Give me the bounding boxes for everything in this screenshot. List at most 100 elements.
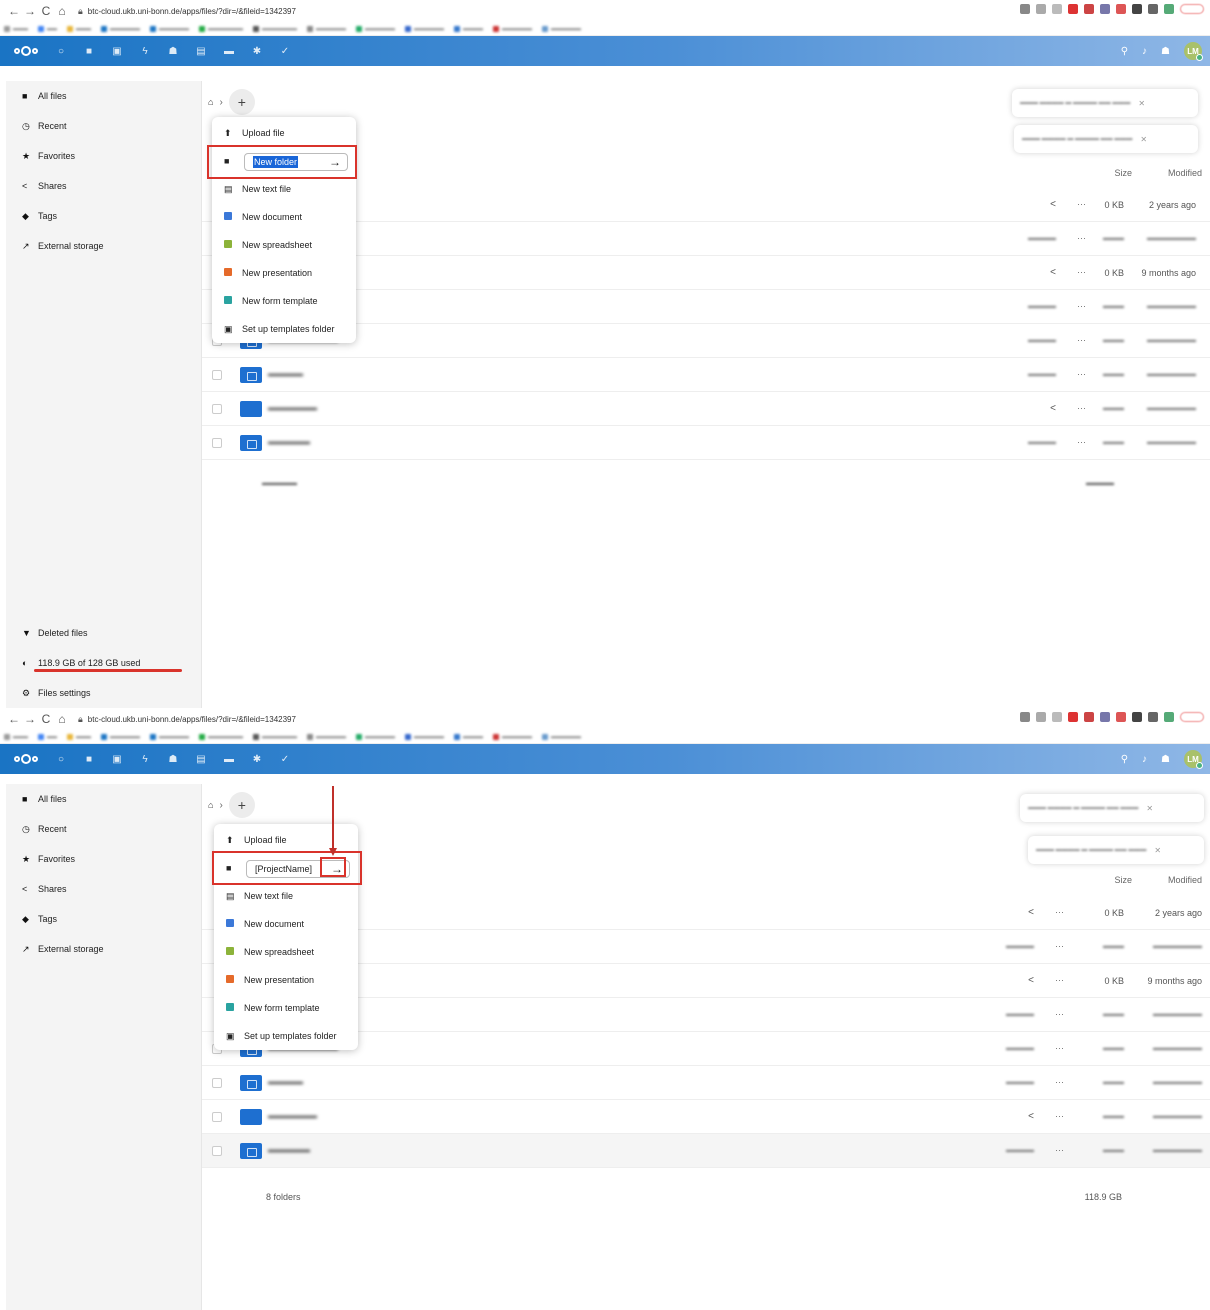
sidebar-item-favorites[interactable]: ★ Favorites <box>6 844 201 874</box>
menu-item-new-document[interactable]: New document <box>212 203 356 231</box>
row-checkbox[interactable] <box>212 1111 222 1122</box>
sidebar-item-deleted-files[interactable]: ▼ Deleted files <box>6 618 201 648</box>
update-button[interactable] <box>1179 4 1204 14</box>
shared-label[interactable]: ▬▬▬▬ <box>1028 235 1056 242</box>
contacts-menu-icon[interactable]: ☗ <box>1161 46 1170 57</box>
close-icon[interactable]: ✕ <box>1154 846 1161 855</box>
notifications-icon[interactable]: ♪ <box>1142 46 1147 57</box>
new-button[interactable]: + <box>228 89 255 115</box>
bookmark-item[interactable]: ▬▬▬▬▬▬▬ <box>253 733 297 740</box>
avatar[interactable]: LM <box>1184 750 1203 769</box>
bookmark-item[interactable]: ▬▬▬ <box>4 25 28 32</box>
close-icon[interactable]: ✕ <box>1138 99 1145 108</box>
share-icon[interactable]: < <box>1050 403 1056 414</box>
bookmark-item[interactable]: ▬▬▬▬▬▬ <box>493 733 532 740</box>
more-actions-icon[interactable]: ⋯ <box>1055 975 1064 986</box>
home-icon[interactable]: ⌂ <box>54 4 70 18</box>
folder-name[interactable]: ▬▬▬▬▬▬ <box>268 439 310 446</box>
sidebar-item-external-storage[interactable]: ↗ External storage <box>6 231 201 261</box>
reload-icon[interactable]: C <box>38 712 54 726</box>
star-bookmark-icon[interactable] <box>1051 4 1062 14</box>
shared-label[interactable]: ▬▬▬▬ <box>1006 1147 1034 1154</box>
extension-icon[interactable] <box>1099 712 1110 722</box>
menu-item-new-text-file[interactable]: ▤ New text file <box>212 175 356 203</box>
profile-icon[interactable] <box>1163 712 1174 722</box>
folder-name[interactable]: ▬▬▬▬▬ <box>268 371 303 378</box>
table-row[interactable]: ▬▬▬▬▬ ▬▬▬▬ ⋯ ▬▬▬ ▬▬▬▬▬▬▬ <box>202 358 1210 392</box>
more-actions-icon[interactable]: ⋯ <box>1077 199 1086 210</box>
more-actions-icon[interactable]: ⋯ <box>1077 403 1086 414</box>
tasks-icon[interactable]: ✓ <box>278 754 292 765</box>
sidebar-item-files-settings[interactable]: ⚙ Files settings <box>6 678 201 708</box>
search-icon[interactable]: ⚲ <box>1121 754 1128 765</box>
notifications-icon[interactable]: ♪ <box>1142 754 1147 765</box>
more-actions-icon[interactable]: ⋯ <box>1077 335 1086 346</box>
table-row[interactable]: ▬▬▬▬▬ ▬▬▬▬ ⋯ ▬▬▬ ▬▬▬▬▬▬▬ <box>202 1066 1210 1100</box>
bookmark-item[interactable]: ▬▬▬▬▬▬ <box>542 25 581 32</box>
menu-item-new-form-template[interactable]: New form template <box>214 994 358 1022</box>
sidepanel-icon[interactable] <box>1147 712 1158 722</box>
shared-label[interactable]: ▬▬▬▬ <box>1006 943 1034 950</box>
contacts-menu-icon[interactable]: ☗ <box>1161 754 1170 765</box>
extension-icon[interactable] <box>1131 4 1142 14</box>
shared-label[interactable]: ▬▬▬▬ <box>1006 1011 1034 1018</box>
row-checkbox[interactable] <box>212 437 222 448</box>
sidebar-item-recent[interactable]: ◷ Recent <box>6 814 201 844</box>
files-app-icon[interactable]: ■ <box>82 46 96 57</box>
table-row[interactable]: ▬▬▬▬▬▬ ▬▬▬▬ ⋯ ▬▬▬ ▬▬▬▬▬▬▬ <box>202 426 1210 460</box>
folder-name[interactable]: ▬▬▬▬▬▬▬ <box>268 1113 317 1120</box>
bookmark-item[interactable]: ▬▬▬ <box>4 733 28 740</box>
new-button[interactable]: + <box>228 792 255 818</box>
close-icon[interactable]: ✕ <box>1146 804 1153 813</box>
bookmark-item[interactable]: ▬▬▬▬▬▬ <box>101 733 140 740</box>
star-bookmark-icon[interactable] <box>1051 712 1062 722</box>
key-icon[interactable] <box>1019 4 1030 14</box>
menu-item-new-spreadsheet[interactable]: New spreadsheet <box>214 938 358 966</box>
menu-item-new-presentation[interactable]: New presentation <box>212 259 356 287</box>
contacts-icon[interactable]: ☗ <box>166 754 180 765</box>
share-icon[interactable]: < <box>1028 1111 1034 1122</box>
bookmark-item[interactable]: ▬▬▬▬▬▬▬ <box>253 25 297 32</box>
row-checkbox[interactable] <box>212 369 222 380</box>
more-actions-icon[interactable]: ⋯ <box>1077 437 1086 448</box>
extension-icon[interactable] <box>1099 4 1110 14</box>
bookmark-item[interactable]: ▬▬▬ <box>67 733 91 740</box>
menu-item-new-document[interactable]: New document <box>214 910 358 938</box>
bookmark-item[interactable]: ▬▬▬▬▬▬ <box>405 733 444 740</box>
bookmark-item[interactable]: ▬▬▬▬▬▬ <box>150 25 189 32</box>
back-icon[interactable]: ← <box>6 712 22 726</box>
bookmark-item[interactable]: ▬▬ <box>38 733 57 740</box>
menu-item-new-presentation[interactable]: New presentation <box>214 966 358 994</box>
extension-icon[interactable] <box>1083 712 1094 722</box>
more-actions-icon[interactable]: ⋯ <box>1055 1077 1064 1088</box>
shared-label[interactable]: ▬▬▬▬ <box>1006 1045 1034 1052</box>
reload-icon[interactable]: C <box>38 4 54 18</box>
home-icon[interactable]: ⌂ <box>54 712 70 726</box>
nextcloud-logo[interactable] <box>14 44 38 58</box>
bookmark-item[interactable]: ▬▬▬▬▬▬ <box>150 733 189 740</box>
bookmark-item[interactable]: ▬▬▬▬▬▬▬ <box>199 25 243 32</box>
share-icon[interactable]: < <box>1028 907 1034 918</box>
nextcloud-logo[interactable] <box>14 752 38 766</box>
more-actions-icon[interactable]: ⋯ <box>1077 267 1086 278</box>
folder-name[interactable]: ▬▬▬▬▬ <box>268 1079 303 1086</box>
extension-icon[interactable] <box>1083 4 1094 14</box>
shared-label[interactable]: ▬▬▬▬ <box>1028 337 1056 344</box>
close-icon[interactable]: ✕ <box>1140 135 1147 144</box>
table-row[interactable]: ▬▬▬▬▬▬ ▬▬▬▬ ⋯ ▬▬▬ ▬▬▬▬▬▬▬ <box>202 1134 1210 1168</box>
bookmark-item[interactable]: ▬▬▬▬ <box>454 733 483 740</box>
sidebar-item-tags[interactable]: ◆ Tags <box>6 201 201 231</box>
photos-icon[interactable]: ▣ <box>110 754 124 765</box>
shared-label[interactable]: ▬▬▬▬ <box>1006 1079 1034 1086</box>
forward-icon[interactable]: → <box>22 4 38 18</box>
menu-item-new-form-template[interactable]: New form template <box>212 287 356 315</box>
bookmark-item[interactable]: ▬▬▬▬▬▬ <box>307 733 346 740</box>
bookmark-item[interactable]: ▬▬ <box>38 25 57 32</box>
column-size[interactable]: Size <box>1086 875 1132 885</box>
more-actions-icon[interactable]: ⋯ <box>1055 1111 1064 1122</box>
sidebar-item-favorites[interactable]: ★ Favorites <box>6 141 201 171</box>
row-checkbox[interactable] <box>212 1145 222 1156</box>
sidebar-item-all-files[interactable]: ■ All files <box>6 784 201 814</box>
share-icon[interactable]: < <box>1028 975 1034 986</box>
sidebar-item-external-storage[interactable]: ↗ External storage <box>6 934 201 964</box>
